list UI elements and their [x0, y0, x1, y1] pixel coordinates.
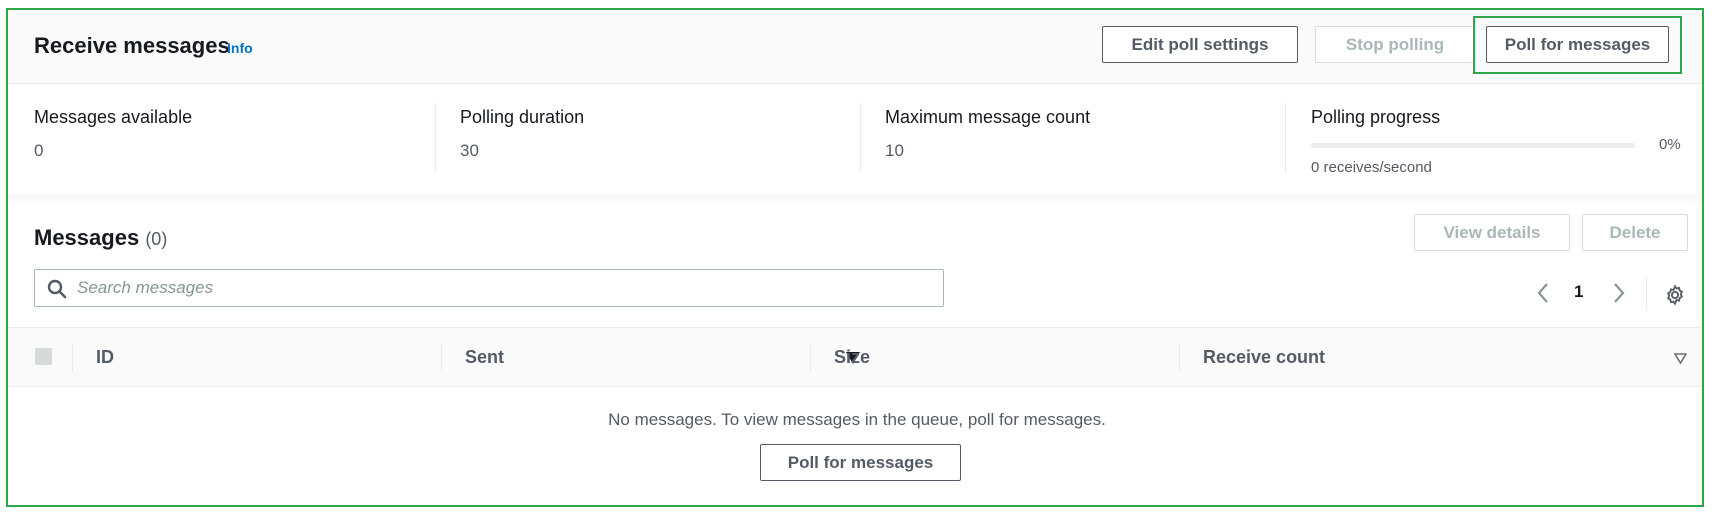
stop-polling-button[interactable]: Stop polling — [1315, 26, 1475, 63]
chevron-right-icon[interactable] — [1612, 282, 1626, 304]
stat-value: 30 — [460, 141, 479, 160]
column-header-id[interactable]: ID — [96, 347, 114, 368]
column-divider — [72, 344, 73, 372]
stat-label: Polling progress — [1311, 107, 1441, 127]
column-divider — [1179, 344, 1180, 372]
stat-label: Maximum message count — [885, 107, 1091, 127]
column-divider — [810, 344, 811, 372]
poll-for-messages-empty-button[interactable]: Poll for messages — [760, 444, 961, 481]
column-header-sent[interactable]: Sent — [465, 347, 504, 368]
stat-value: 10 — [885, 141, 904, 160]
messages-count: (0) — [145, 229, 168, 249]
pagination-current-page[interactable]: 1 — [1574, 282, 1583, 302]
stat-divider — [435, 103, 436, 173]
polling-progress-percent: 0% — [1659, 136, 1681, 153]
page-title: Receive messages — [34, 33, 230, 58]
edit-poll-settings-button[interactable]: Edit poll settings — [1102, 26, 1298, 63]
pagination-divider — [1646, 276, 1647, 310]
stat-divider — [860, 103, 861, 173]
search-input[interactable] — [77, 271, 927, 305]
view-details-button[interactable]: View details — [1414, 214, 1570, 251]
stat-value: 0 — [34, 141, 44, 160]
chevron-left-icon[interactable] — [1536, 282, 1550, 304]
poll-for-messages-button[interactable]: Poll for messages — [1486, 26, 1669, 63]
panel-header: Receive messages Info Edit poll settings… — [8, 10, 1702, 84]
column-divider — [441, 344, 442, 372]
messages-heading: Messages (0) — [34, 225, 167, 251]
gear-icon[interactable] — [1664, 284, 1686, 306]
info-link[interactable]: Info — [227, 40, 253, 56]
search-box — [34, 269, 944, 307]
column-header-size[interactable]: Size — [834, 347, 870, 368]
polling-receive-rate: 0 receives/second — [1311, 159, 1432, 176]
search-icon — [47, 279, 67, 299]
receive-messages-panel: Receive messages Info Edit poll settings… — [6, 8, 1704, 507]
stat-label: Messages available — [34, 107, 193, 127]
messages-table-header: ID Sent Size Receive count — [8, 327, 1702, 387]
empty-state-message: No messages. To view messages in the que… — [608, 410, 1106, 429]
polling-stats: Messages available 0 Polling duration 30… — [8, 85, 1702, 193]
column-header-receive-count[interactable]: Receive count — [1203, 347, 1325, 368]
caret-down-outline-icon[interactable] — [1674, 353, 1687, 364]
stat-label: Polling duration — [460, 107, 585, 127]
select-all-checkbox[interactable] — [35, 348, 52, 365]
polling-progress-bar — [1311, 143, 1635, 148]
delete-button[interactable]: Delete — [1582, 214, 1688, 251]
stat-divider — [1285, 103, 1286, 173]
messages-title: Messages — [34, 225, 140, 250]
